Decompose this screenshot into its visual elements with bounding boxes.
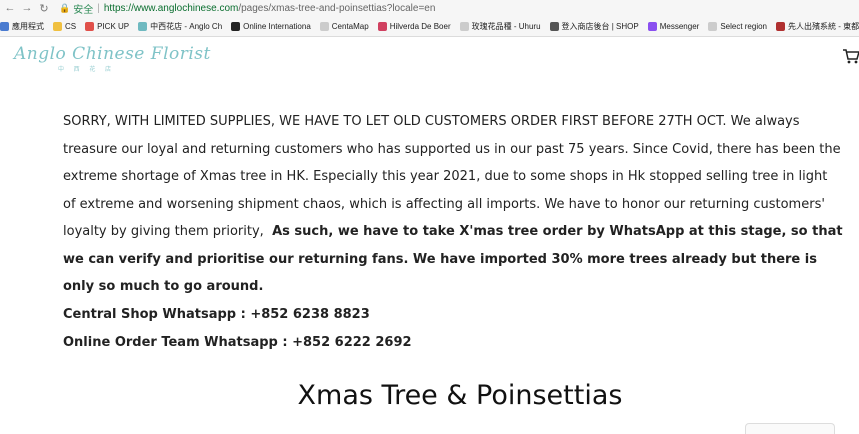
notice-content: SORRY, WITH LIMITED SUPPLIES, WE HAVE TO… bbox=[63, 108, 843, 357]
bookmark-label: Select region bbox=[720, 21, 768, 31]
bookmark-item[interactable]: CS bbox=[53, 21, 77, 31]
lock-icon[interactable]: 🔒 bbox=[59, 3, 70, 14]
bookmark-item[interactable]: PICK UP bbox=[85, 21, 130, 31]
bookmark-item[interactable]: Select region bbox=[708, 21, 768, 31]
bookmark-label: 先人出殯系統 - 東都 bbox=[788, 21, 859, 31]
bookmark-favicon-icon bbox=[53, 21, 62, 31]
bookmark-label: Hilverda De Boer bbox=[389, 21, 451, 31]
bookmark-item[interactable]: 應用程式 bbox=[0, 21, 44, 32]
bookmark-item[interactable]: Hilverda De Boer bbox=[377, 21, 451, 31]
bookmark-favicon-icon bbox=[647, 21, 657, 31]
browser-chrome: ← → ↻ 🔒 安全 | https://www.anglochinese.co… bbox=[0, 0, 859, 37]
bookmark-favicon-icon bbox=[138, 21, 148, 31]
bookmark-item[interactable]: 玫瑰花品種 - Uhuru bbox=[459, 21, 541, 32]
bookmark-item[interactable]: Messenger bbox=[647, 21, 700, 31]
site-header: Anglo Chinese Florist 中 西 花 店 bbox=[0, 37, 859, 81]
url-domain: https://www.anglochinese.com bbox=[103, 2, 239, 14]
address-bar: ← → ↻ 🔒 安全 | https://www.anglochinese.co… bbox=[0, 0, 859, 16]
bookmarks-bar: 應用程式 CS PICK UP 中西花店 - Anglo Ch Online Inter… bbox=[0, 17, 859, 35]
reload-icon[interactable]: ↻ bbox=[37, 1, 51, 15]
bookmark-label: 玫瑰花品種 - Uhuru bbox=[471, 21, 541, 31]
bookmark-item[interactable]: 登入商店後台 | SHOP bbox=[549, 21, 639, 32]
bookmark-favicon-icon bbox=[85, 21, 95, 31]
bookmark-label: 登入商店後台 | SHOP bbox=[561, 21, 639, 31]
bookmark-favicon-icon bbox=[0, 21, 9, 31]
bookmark-label: PICK UP bbox=[97, 21, 130, 31]
page-title: Xmas Tree & Poinsettias bbox=[297, 380, 623, 411]
online-order-whatsapp: Online Order Team Whatsapp : +852 6222 2… bbox=[63, 334, 412, 350]
notice-normal-text: SORRY, WITH LIMITED SUPPLIES, WE HAVE TO… bbox=[63, 114, 841, 239]
site-logo[interactable]: Anglo Chinese Florist bbox=[14, 44, 211, 64]
bookmark-favicon-icon bbox=[319, 21, 329, 31]
bookmark-favicon-icon bbox=[549, 21, 559, 31]
bookmark-favicon-icon bbox=[377, 21, 387, 31]
bookmark-label: CS bbox=[65, 21, 77, 31]
chat-widget-tab[interactable] bbox=[745, 423, 835, 434]
notice-paragraph: SORRY, WITH LIMITED SUPPLIES, WE HAVE TO… bbox=[63, 108, 843, 301]
back-arrow-icon[interactable]: ← bbox=[3, 1, 17, 15]
bookmark-label: 中西花店 - Anglo Ch bbox=[150, 21, 223, 31]
bookmark-item[interactable]: 中西花店 - Anglo Ch bbox=[138, 21, 222, 32]
forward-arrow-icon[interactable]: → bbox=[20, 1, 34, 15]
bookmark-label: 應用程式 bbox=[12, 21, 44, 31]
bookmark-item[interactable]: 先人出殯系統 - 東都 bbox=[776, 21, 859, 32]
bookmark-label: CentaMap bbox=[331, 21, 369, 31]
url-field[interactable]: https://www.anglochinese.com/pages/xmas-… bbox=[104, 3, 436, 14]
bookmark-item[interactable]: CentaMap bbox=[319, 21, 369, 31]
central-shop-whatsapp: Central Shop Whatsapp : +852 6238 8823 bbox=[63, 306, 370, 322]
bookmark-label: Messenger bbox=[659, 21, 700, 31]
bookmark-favicon-icon bbox=[708, 21, 718, 31]
cart-icon[interactable] bbox=[842, 47, 859, 70]
bookmark-favicon-icon bbox=[459, 21, 469, 31]
bookmark-label: Online Internationa bbox=[243, 21, 311, 31]
site-logo-subtitle: 中 西 花 店 bbox=[58, 67, 116, 73]
url-separator: | bbox=[97, 2, 100, 14]
bookmark-favicon-icon bbox=[231, 21, 241, 31]
bookmark-favicon-icon bbox=[776, 21, 786, 31]
url-path: /pages/xmas-tree-and-poinsettias?locale=… bbox=[238, 2, 436, 14]
bookmark-item[interactable]: Online Internationa bbox=[231, 21, 311, 31]
secure-label: 安全 bbox=[73, 4, 94, 16]
